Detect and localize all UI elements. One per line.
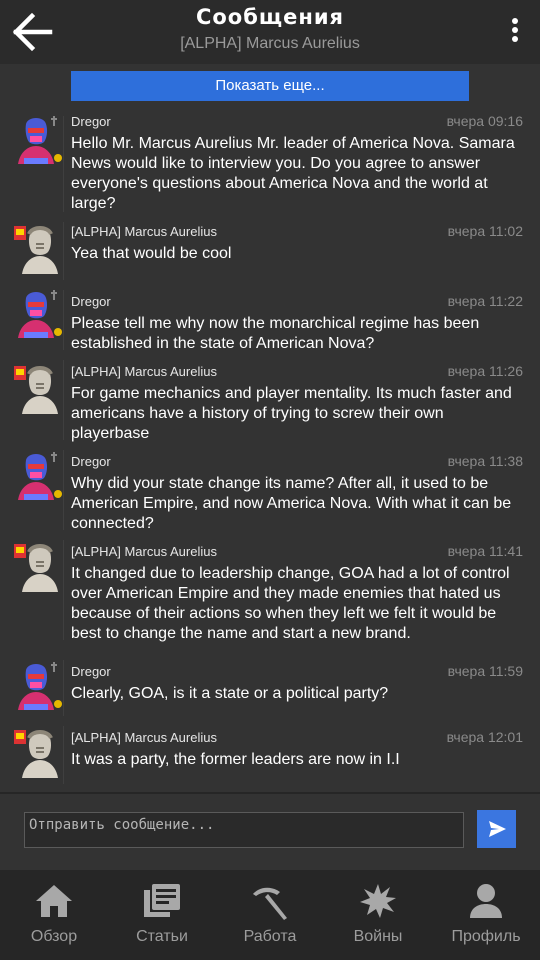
conversation-partner: [ALPHA] Marcus Aurelius [180,35,360,52]
message-author[interactable]: [ALPHA] Marcus Aurelius [71,224,217,239]
dregor-avatar[interactable] [14,288,64,340]
message-text: Please tell me why now the monarchical r… [71,315,480,352]
message-author[interactable]: [ALPHA] Marcus Aurelius [71,364,217,379]
send-icon [489,821,506,837]
message-time: вчера 11:22 [447,293,523,309]
message-time: вчера 11:26 [447,363,523,379]
bottom-navigation: Обзор Статьи Работа Войны Профиль [0,870,540,960]
message-text: Hello Mr. Marcus Aurelius Mr. leader of … [71,135,515,212]
message-text: It changed due to leadership change, GOA… [71,565,510,642]
tab-label: Войны [353,928,403,945]
marcus-aurelius-avatar[interactable] [14,362,64,414]
message-time: вчера 11:38 [447,453,523,469]
message-text: Clearly, GOA, is it a state or a politic… [71,685,389,702]
message-item: Dregor вчера 11:59 Clearly, GOA, is it a… [0,658,540,720]
message-composer [0,794,540,870]
message-time: вчера 12:01 [446,729,523,745]
marcus-aurelius-avatar[interactable] [14,540,64,592]
dregor-avatar[interactable] [14,450,64,502]
message-input[interactable] [24,812,464,848]
page-title: Сообщения [195,5,345,29]
message-item: [ALPHA] Marcus Aurelius вчера 11:41 It c… [0,538,540,652]
tab-label: Профиль [451,928,521,945]
tab-profile[interactable]: Профиль [432,870,540,960]
show-more-button[interactable]: Показать еще... [71,71,469,101]
explosion-icon [360,884,396,918]
message-author[interactable]: [ALPHA] Marcus Aurelius [71,544,217,559]
message-time: вчера 09:16 [446,113,523,129]
message-text: It was a party, the former leaders are n… [71,751,400,768]
message-author[interactable]: [ALPHA] Marcus Aurelius [71,730,217,745]
tab-label: Обзор [30,928,78,945]
marcus-aurelius-avatar[interactable] [14,726,64,778]
message-item: [ALPHA] Marcus Aurelius вчера 12:01 It w… [0,724,540,788]
message-item: [ALPHA] Marcus Aurelius вчера 11:26 For … [0,358,540,442]
message-author[interactable]: Dregor [71,294,111,309]
dregor-avatar[interactable] [14,114,64,166]
message-item: Dregor вчера 09:16 Hello Mr. Marcus Aure… [0,108,540,212]
message-text: Why did your state change its name? Afte… [71,475,512,532]
send-button[interactable] [477,810,516,848]
more-vert-icon[interactable] [510,18,520,46]
tab-articles[interactable]: Статьи [108,870,216,960]
message-time: вчера 11:02 [447,223,523,239]
message-item: Dregor вчера 11:22 Please tell me why no… [0,288,540,352]
articles-icon [144,884,180,917]
tab-label: Статьи [136,928,188,945]
home-icon [36,885,72,917]
message-item: Dregor вчера 11:38 Why did your state ch… [0,448,540,532]
message-text: Yea that would be cool [71,245,232,262]
message-author[interactable]: Dregor [71,664,111,679]
tab-work[interactable]: Работа [216,870,324,960]
message-text: For game mechanics and player mentality.… [71,385,512,442]
tab-overview[interactable]: Обзор [0,870,108,960]
message-list: Dregor вчера 09:16 Hello Mr. Marcus Aure… [0,108,540,792]
message-time: вчера 11:59 [447,663,523,679]
user-icon [470,884,502,918]
message-time: вчера 11:41 [447,543,523,559]
tab-wars[interactable]: Войны [324,870,432,960]
pickaxe-icon [253,887,287,920]
message-author[interactable]: Dregor [71,454,111,469]
marcus-aurelius-avatar[interactable] [14,222,64,274]
message-author[interactable]: Dregor [71,114,111,129]
message-item: [ALPHA] Marcus Aurelius вчера 11:02 Yea … [0,218,540,280]
tab-label: Работа [243,928,297,945]
dregor-avatar[interactable] [14,660,64,712]
app-header: Сообщения [ALPHA] Marcus Aurelius [0,0,540,64]
